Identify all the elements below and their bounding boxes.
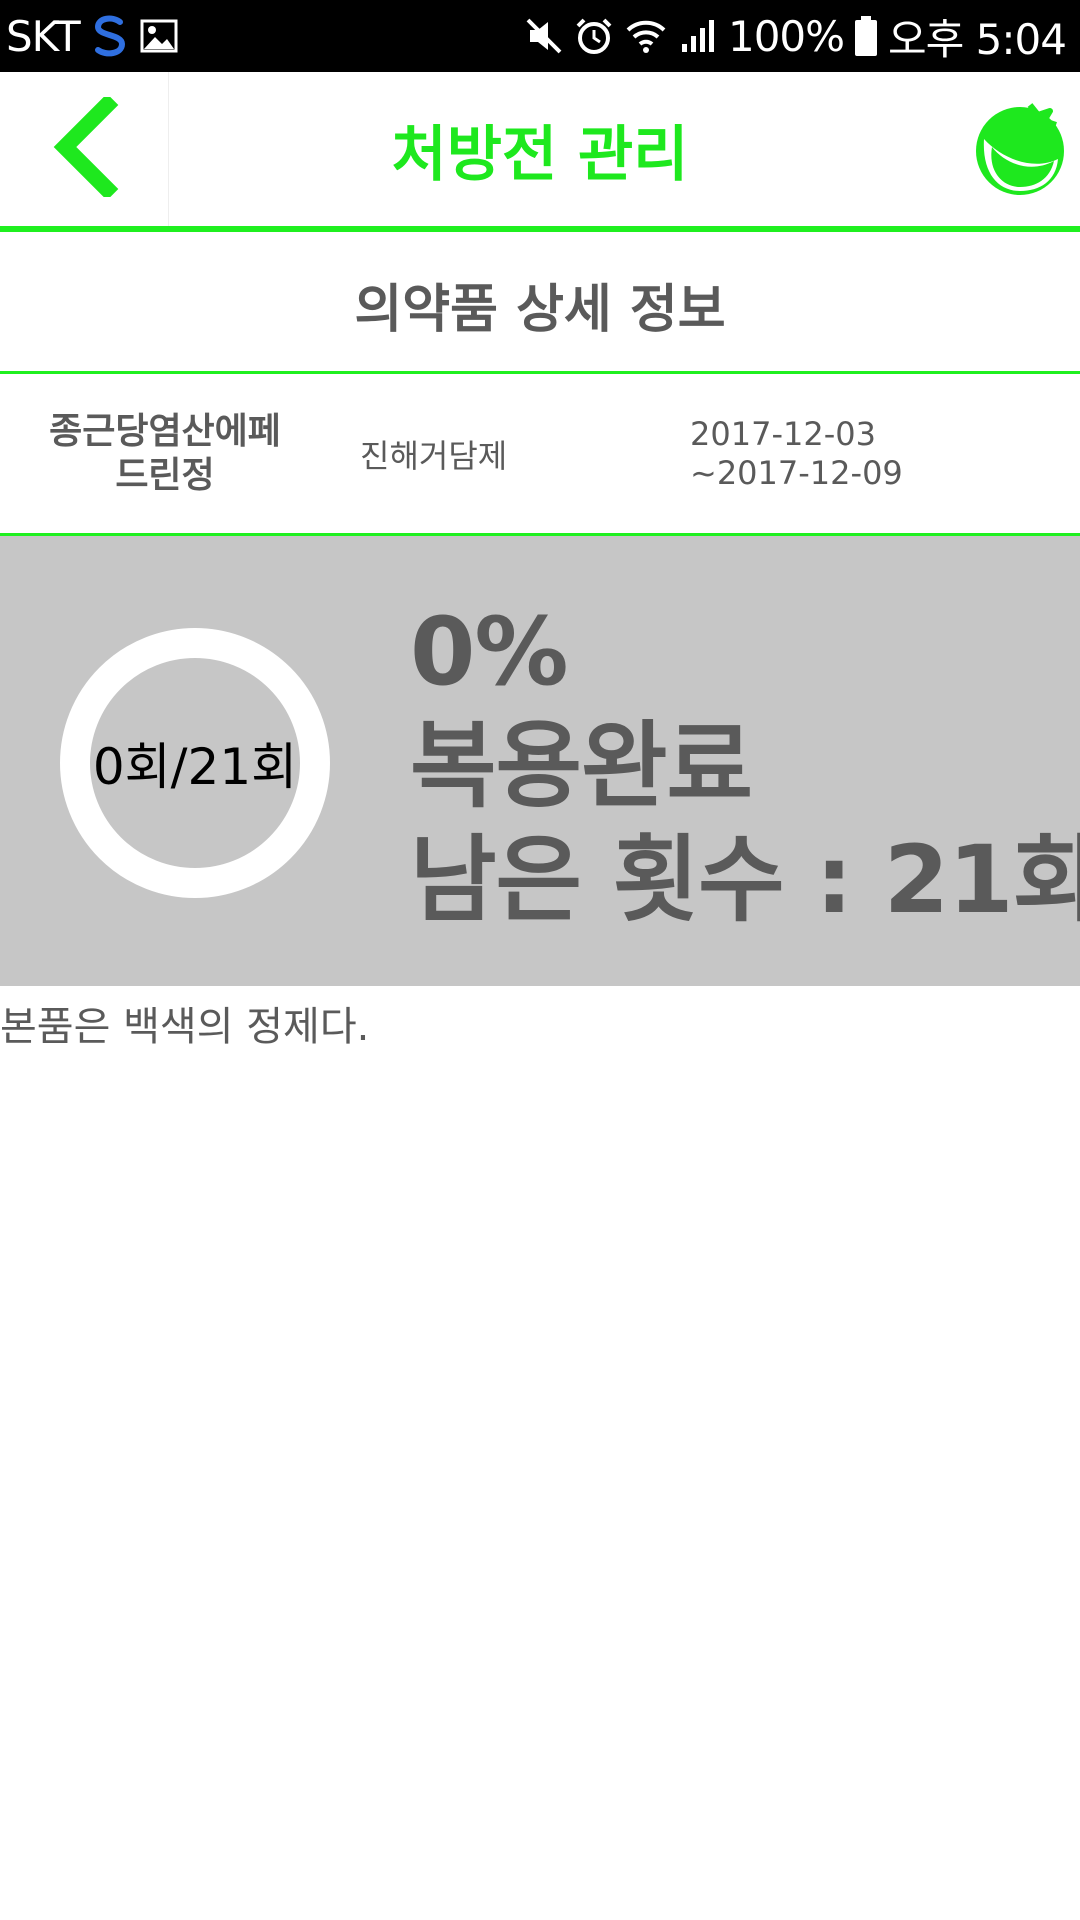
drug-description: 본품은 백색의 정제다. bbox=[0, 1004, 370, 1050]
drug-period: 2017-12-03 ~2017-12-09 bbox=[690, 374, 903, 533]
drug-category: 진해거담제 bbox=[360, 436, 508, 475]
ring-count-label: 0회/21회 bbox=[92, 738, 298, 796]
progress-panel: 0회/21회 0% 복용완료 남은 횟수 : 21회 bbox=[0, 536, 1080, 986]
drug-name-line2: 드린정 bbox=[115, 454, 215, 496]
carrier-label: SKT bbox=[6, 11, 81, 61]
back-button[interactable] bbox=[0, 72, 169, 226]
signal-icon bbox=[678, 16, 718, 56]
clock: 오후 5:04 bbox=[888, 14, 1067, 64]
tomato-logo-icon bbox=[972, 99, 1068, 199]
status-bar: SKT 100% 오후 5:04 bbox=[0, 0, 1080, 72]
progress-percent: 0% bbox=[410, 598, 569, 707]
drug-info-row: 종근당염산에페 드린정 진해거담제 2017-12-03 ~2017-12-09 bbox=[0, 374, 1080, 536]
status-left: SKT bbox=[6, 12, 178, 61]
progress-stats: 0% 복용완료 남은 횟수 : 21회 bbox=[410, 596, 1080, 938]
chevron-left-icon bbox=[49, 93, 119, 201]
progress-ring: 0회/21회 bbox=[60, 628, 330, 898]
drug-name: 종근당염산에페 드린정 bbox=[20, 374, 310, 533]
drug-name-line1: 종근당염산에페 bbox=[49, 411, 281, 453]
mute-icon bbox=[524, 16, 564, 56]
logo-button[interactable] bbox=[960, 72, 1080, 226]
remaining-count: 남은 횟수 : 21회 bbox=[410, 826, 1080, 935]
wifi-icon bbox=[624, 16, 668, 56]
battery-icon bbox=[854, 15, 878, 57]
page-title: 처방전 관리 bbox=[391, 119, 689, 190]
samsung-s-icon bbox=[90, 14, 130, 58]
battery-percent: 100% bbox=[727, 11, 845, 61]
progress-status: 복용완료 bbox=[410, 712, 753, 821]
section-title: 의약품 상세 정보 bbox=[0, 238, 1080, 374]
alarm-icon bbox=[574, 16, 614, 56]
period-start: 2017-12-03 bbox=[690, 415, 876, 454]
gallery-icon bbox=[140, 19, 178, 53]
app-header: 처방전 관리 bbox=[0, 72, 1080, 232]
period-end: ~2017-12-09 bbox=[690, 453, 903, 492]
status-right: 100% 오후 5:04 bbox=[524, 6, 1067, 67]
